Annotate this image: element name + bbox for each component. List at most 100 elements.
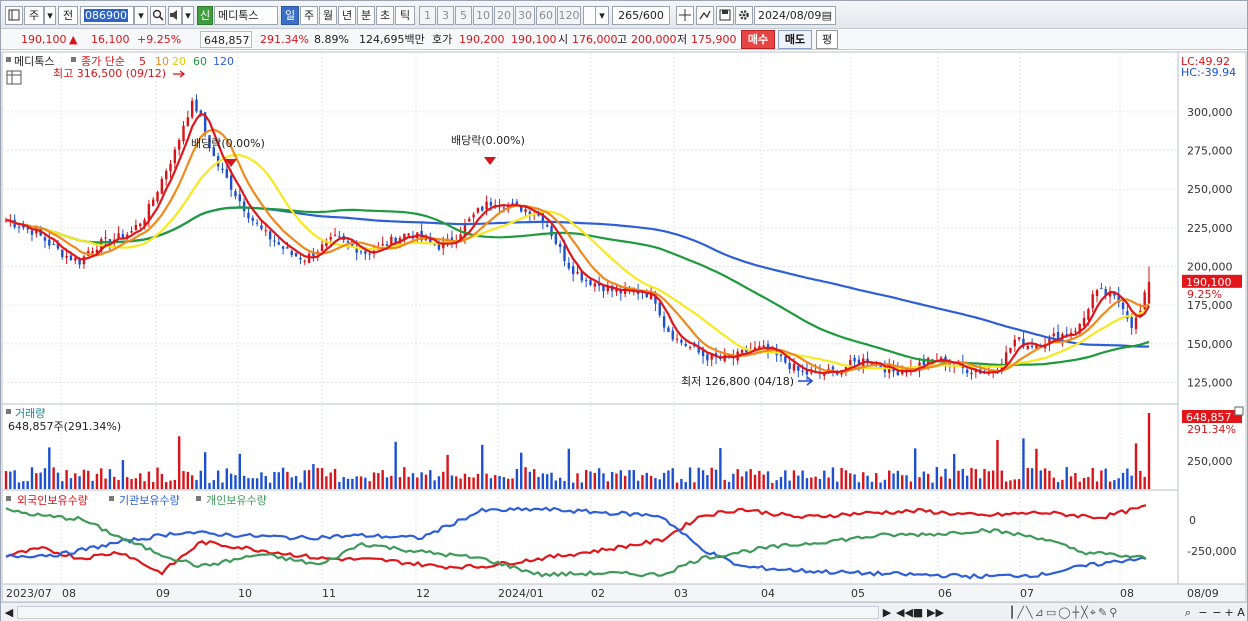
volume-bar (693, 482, 696, 489)
volume-bar (888, 470, 891, 489)
volume-bar (623, 475, 627, 489)
volume-bar (520, 452, 523, 489)
number-20-button[interactable]: 20 (494, 6, 514, 25)
volume-bar (87, 470, 90, 489)
volume-bar (563, 481, 566, 489)
volume-bar (736, 469, 739, 489)
number-5-button[interactable]: 5 (455, 6, 472, 25)
candle-body (242, 201, 246, 212)
volume-bar (182, 471, 185, 489)
zoom-out-icon[interactable]: − (1197, 605, 1209, 620)
data-count-field[interactable]: 265/600 (612, 6, 670, 25)
volume-bar (494, 475, 497, 489)
open-price: 176,000 (572, 33, 618, 46)
candle-body (1134, 317, 1138, 330)
number-60-button[interactable]: 60 (536, 6, 556, 25)
prev-button[interactable]: 전 (58, 6, 78, 25)
interval-year-button[interactable]: 년 (338, 6, 356, 25)
period-week-button[interactable]: 주 (24, 6, 44, 25)
save-icon[interactable] (716, 6, 734, 25)
panel-close-icon[interactable] (1234, 406, 1244, 416)
legend-square-icon (6, 496, 11, 501)
stock-code-input[interactable]: 086900 (80, 6, 134, 25)
chart-settings-icon[interactable] (5, 6, 23, 25)
volume-bar (437, 476, 441, 489)
volume-bar (948, 478, 952, 489)
interval-week-button[interactable]: 주 (300, 6, 318, 25)
horizontal-scrollbar[interactable] (17, 606, 879, 619)
sell-button[interactable]: 매도 (778, 30, 812, 49)
candle-body (152, 199, 155, 206)
legend-square-icon (71, 57, 76, 62)
stock-name-field[interactable]: 메디톡스 (214, 6, 278, 25)
volume-bar (862, 472, 865, 489)
text-size-icon[interactable]: A (1235, 605, 1247, 620)
candle-body (1030, 345, 1034, 348)
zoom-icon[interactable]: ⌕ (1181, 605, 1195, 620)
volume-bar (385, 477, 389, 489)
interval-tick-button[interactable]: 틱 (395, 6, 415, 25)
crosshair-icon[interactable] (676, 6, 694, 25)
volume-bar (126, 477, 129, 489)
volume-bar (411, 473, 415, 489)
date-input[interactable]: 2024/08/09 ▤ (754, 6, 836, 25)
volume-bar (1026, 468, 1029, 489)
stock-code-dropdown-chevron-icon[interactable]: ▾ (134, 6, 148, 25)
gear-icon[interactable] (735, 6, 753, 25)
number-120-button[interactable]: 120 (557, 6, 581, 25)
search-icon[interactable] (150, 6, 166, 25)
custom-number-chevron-icon[interactable]: ▾ (595, 6, 609, 25)
scroll-left-icon[interactable]: ◀ (3, 605, 15, 620)
volume-bar (1095, 481, 1099, 489)
interval-second-button[interactable]: 초 (376, 6, 394, 25)
volume-bar (117, 479, 120, 489)
candle-body (281, 246, 285, 249)
draw-line-icon[interactable] (696, 6, 714, 25)
candle-body (229, 175, 233, 190)
candle-body (277, 242, 280, 245)
calendar-icon[interactable]: ▤ (822, 7, 832, 24)
candle-body (173, 149, 177, 164)
candle-body (853, 357, 856, 362)
number-1-button[interactable]: 1 (419, 6, 436, 25)
volume-bar (312, 464, 315, 489)
number-10-button[interactable]: 10 (473, 6, 493, 25)
volume-bar (684, 482, 687, 489)
price-axis-tick: 250,000 (1187, 183, 1233, 196)
volume-bar (472, 477, 475, 489)
volume-bar (152, 482, 155, 489)
number-3-button[interactable]: 3 (437, 6, 454, 25)
volume-bar (1130, 475, 1133, 489)
candle-body (1147, 281, 1151, 304)
interval-month-button[interactable]: 월 (319, 6, 337, 25)
plus-icon[interactable]: + (1223, 605, 1235, 620)
average-button[interactable]: 평 (816, 30, 838, 49)
volume-title: 거래량 (15, 407, 45, 420)
volume-bar (766, 471, 770, 489)
stock-chart[interactable]: 125,000 150,000 175,000 200,000 225,000 250,0… (1, 51, 1247, 602)
volume-bar (580, 482, 584, 489)
drawing-tools-strip[interactable]: ┃╱╲⊿▭◯┼╳⌖✎⚲ (949, 605, 1179, 620)
speaker-icon[interactable] (168, 6, 182, 25)
period-dropdown-chevron-icon[interactable]: ▾ (44, 6, 56, 25)
forward-icon[interactable]: ▶▶ (927, 605, 944, 620)
volume-bar (641, 475, 644, 489)
minus-icon[interactable]: − (1211, 605, 1223, 620)
high-label: 고 (617, 33, 628, 46)
volume-bar (247, 478, 250, 489)
volume-bar (589, 471, 592, 489)
candle-body (545, 224, 549, 227)
number-30-button[interactable]: 30 (515, 6, 535, 25)
candle-body (74, 257, 77, 261)
buy-button[interactable]: 매수 (741, 30, 775, 49)
volume-bar (814, 476, 817, 489)
play-icon[interactable]: ▶ (881, 605, 893, 620)
interval-minute-button[interactable]: 분 (357, 6, 375, 25)
interval-day-button[interactable]: 일 (281, 6, 299, 25)
table-toggle-icon[interactable] (6, 70, 22, 85)
stop-icon[interactable]: ■ (912, 605, 924, 620)
candle-body (61, 249, 64, 258)
rewind-icon[interactable]: ◀◀ (896, 605, 913, 620)
volume-bar (675, 482, 679, 489)
speaker-dropdown-chevron-icon[interactable]: ▾ (182, 6, 194, 25)
